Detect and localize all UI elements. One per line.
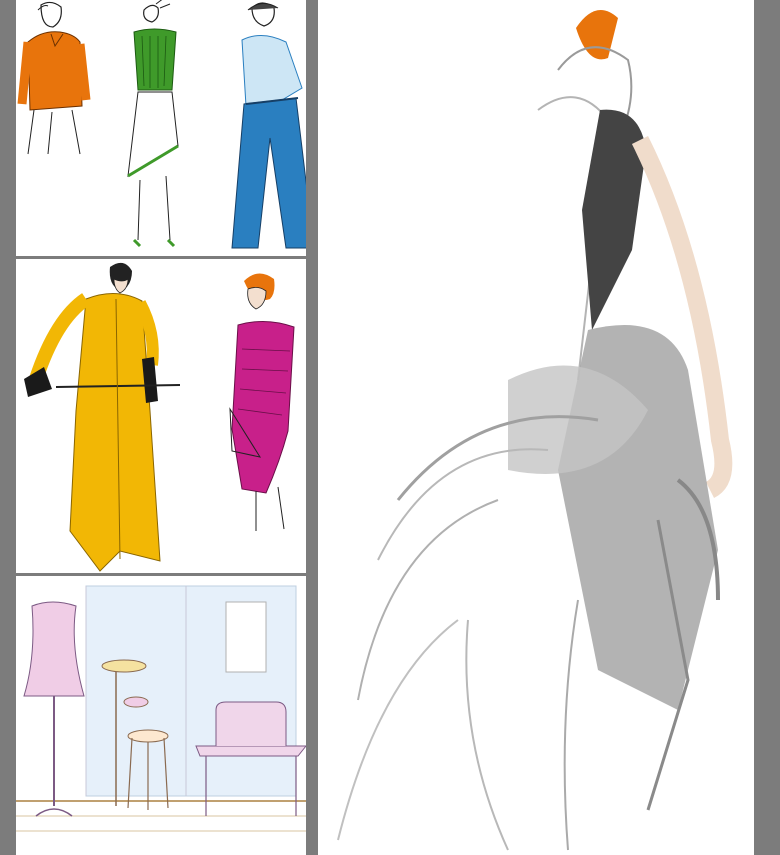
yellow-coat-figure bbox=[24, 262, 181, 572]
three-casual-outfits-illustration bbox=[17, 0, 306, 249]
tailor-studio-panel bbox=[16, 576, 306, 855]
gray-gown-figure bbox=[337, 10, 733, 851]
coat-and-dress-illustration bbox=[24, 262, 295, 572]
blue-jeans-figure bbox=[231, 2, 306, 249]
gray-gown-illustration bbox=[337, 10, 733, 851]
orange-shirt-figure bbox=[17, 1, 91, 155]
gray-gown-panel bbox=[318, 0, 754, 855]
magenta-dress-figure bbox=[229, 273, 295, 531]
coat-and-dress-panel bbox=[16, 259, 306, 573]
tailor-studio-illustration bbox=[16, 576, 306, 855]
three-casual-outfits-panel bbox=[16, 0, 306, 256]
green-top-skirt-figure bbox=[127, 0, 179, 248]
